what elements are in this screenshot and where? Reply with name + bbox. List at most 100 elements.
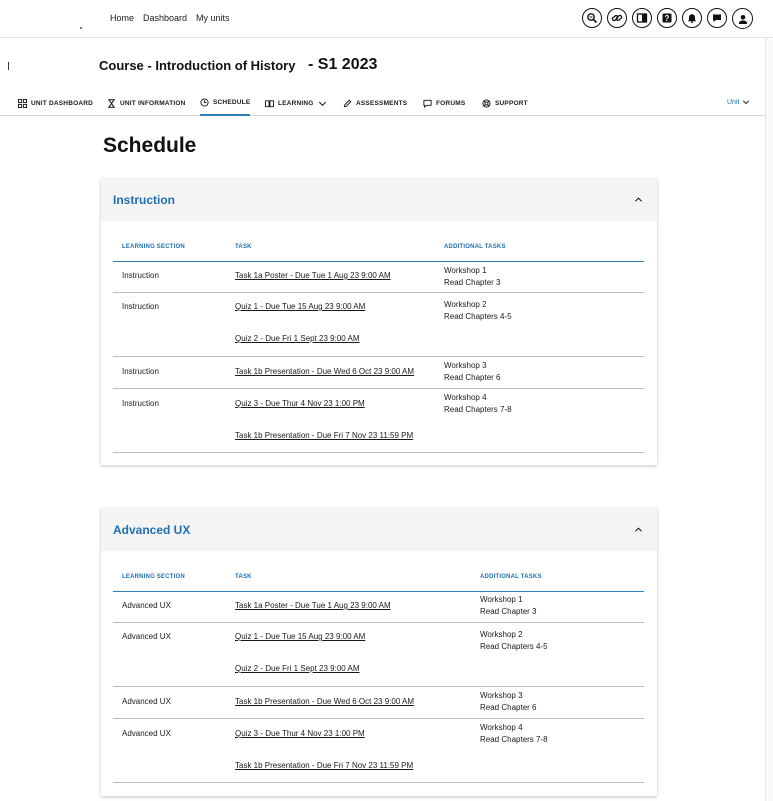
clock-icon	[200, 97, 209, 107]
tab-unit-information[interactable]: UNIT INFORMATION	[107, 90, 186, 116]
learning-section-cell: Advanced UX	[122, 601, 171, 610]
svg-text:?: ?	[665, 14, 670, 23]
table-row: Instruction Quiz 1 - Due Tue 15 Aug 23 9…	[113, 293, 644, 357]
task-link[interactable]: Quiz 2 - Due Fri 1 Sept 23 9:00 AM	[235, 333, 360, 345]
task-link[interactable]: Task 1b Presentation - Due Fri 7 Nov 23 …	[235, 430, 413, 442]
learning-section-cell: Instruction	[122, 271, 159, 280]
chevron-up-icon[interactable]	[634, 526, 643, 533]
task-link[interactable]: Quiz 2 - Due Fri 1 Sept 23 9:00 AM	[235, 663, 360, 675]
column-header-section: LEARNING SECTION	[122, 574, 185, 580]
tab-label: SCHEDULE	[213, 98, 251, 106]
user-icon[interactable]	[732, 8, 753, 29]
grid-icon	[18, 98, 27, 108]
tab-label: ASSESSMENTS	[356, 99, 408, 107]
additional-task-workshop: Workshop 3	[444, 361, 487, 370]
tab-label: FORUMS	[436, 99, 466, 107]
unit-nav: UNIT DASHBOARD UNIT INFORMATION SCHEDULE…	[0, 90, 765, 116]
task-link[interactable]: Quiz 1 - Due Tue 15 Aug 23 9:00 AM	[235, 301, 365, 313]
task-link[interactable]: Quiz 3 - Due Thur 4 Nov 23 1:00 PM	[235, 398, 365, 410]
tab-schedule[interactable]: SCHEDULE	[200, 90, 251, 116]
additional-task-reading: Read Chapter 3	[480, 607, 537, 616]
section-card-advanced-ux: Advanced UX LEARNING SECTION TASK ADDITI…	[101, 508, 657, 796]
task-link[interactable]: Task 1b Presentation - Due Wed 6 Oct 23 …	[235, 366, 414, 378]
column-header-task: TASK	[235, 244, 252, 250]
additional-task-workshop: Workshop 2	[480, 630, 523, 639]
lifebuoy-icon	[482, 98, 491, 108]
additional-task-reading: Read Chapter 3	[444, 278, 501, 287]
column-header-section: LEARNING SECTION	[122, 244, 185, 250]
pencil-icon	[343, 99, 352, 107]
task-link[interactable]: Task 1a Poster - Due Tue 1 Aug 23 9:00 A…	[235, 600, 391, 612]
tab-support[interactable]: SUPPORT	[482, 90, 528, 116]
section-header[interactable]: Instruction	[101, 178, 657, 221]
link-icon[interactable]	[607, 8, 627, 28]
task-link[interactable]: Task 1a Poster - Due Tue 1 Aug 23 9:00 A…	[235, 270, 391, 282]
comment-icon	[423, 99, 432, 108]
learning-section-cell: Instruction	[122, 399, 159, 408]
table-row: Advanced UX Task 1b Presentation - Due W…	[113, 687, 644, 719]
unit-select-label: Unit	[727, 98, 740, 106]
table-header: LEARNING SECTION TASK ADDITIONAL TASKS	[113, 574, 644, 592]
additional-task-workshop: Workshop 2	[444, 300, 487, 309]
tab-forums[interactable]: FORUMS	[423, 90, 465, 116]
additional-task-reading: Read Chapters 7-8	[444, 405, 512, 414]
additional-task-workshop: Workshop 1	[444, 266, 487, 275]
help-icon[interactable]: ?	[657, 8, 677, 28]
additional-task-workshop: Workshop 4	[480, 723, 523, 732]
column-header-additional: ADDITIONAL TASKS	[480, 574, 542, 580]
learning-section-cell: Advanced UX	[122, 697, 171, 706]
divider-mark	[80, 27, 82, 29]
header-icons: ?	[582, 8, 753, 29]
tab-assessments[interactable]: ASSESSMENTS	[343, 90, 407, 116]
additional-task-workshop: Workshop 3	[480, 691, 523, 700]
learning-section-cell: Instruction	[122, 302, 159, 311]
table-row: Instruction Quiz 3 - Due Thur 4 Nov 23 1…	[113, 389, 644, 453]
scrollbar[interactable]	[765, 38, 773, 801]
search-zoom-icon[interactable]	[582, 8, 602, 28]
additional-task-workshop: Workshop 4	[444, 393, 487, 402]
column-header-task: TASK	[235, 574, 252, 580]
home-link[interactable]: Home	[110, 13, 134, 23]
additional-task-reading: Read Chapter 6	[444, 373, 501, 382]
tab-label: UNIT INFORMATION	[120, 99, 186, 107]
task-link[interactable]: Task 1b Presentation - Due Wed 6 Oct 23 …	[235, 696, 414, 708]
column-header-additional: ADDITIONAL TASKS	[444, 244, 506, 250]
left-mark	[8, 62, 9, 70]
section-card-instruction: Instruction LEARNING SECTION TASK ADDITI…	[101, 178, 657, 465]
page-title: Schedule	[103, 134, 197, 157]
section-title: Instruction	[113, 193, 175, 207]
additional-task-reading: Read Chapters 4-5	[480, 642, 548, 651]
additional-task-reading: Read Chapters 4-5	[444, 312, 512, 321]
table-row: Advanced UX Quiz 3 - Due Thur 4 Nov 23 1…	[113, 719, 644, 783]
top-nav: Home Dashboard My units	[110, 13, 230, 23]
table-row: Advanced UX Quiz 1 - Due Tue 15 Aug 23 9…	[113, 623, 644, 687]
learning-section-cell: Instruction	[122, 367, 159, 376]
chevron-down-icon	[318, 101, 326, 106]
top-bar: Home Dashboard My units ?	[0, 0, 773, 38]
book-open-icon	[265, 99, 274, 107]
hourglass-icon	[107, 98, 116, 108]
task-link[interactable]: Task 1b Presentation - Due Fri 7 Nov 23 …	[235, 760, 413, 772]
dashboard-link[interactable]: Dashboard	[143, 13, 187, 23]
table-header: LEARNING SECTION TASK ADDITIONAL TASKS	[113, 244, 644, 262]
section-title: Advanced UX	[113, 523, 191, 537]
additional-task-reading: Read Chapter 6	[480, 703, 537, 712]
my-units-link[interactable]: My units	[196, 13, 230, 23]
book-icon[interactable]	[632, 8, 652, 28]
chat-icon[interactable]	[707, 8, 727, 28]
chevron-up-icon[interactable]	[634, 196, 643, 203]
bell-icon[interactable]	[682, 8, 702, 28]
course-title: Course - Introduction of History	[99, 58, 296, 73]
unit-select[interactable]: Unit	[727, 98, 750, 106]
table-row: Advanced UX Task 1a Poster - Due Tue 1 A…	[113, 592, 644, 623]
table-row: Instruction Task 1b Presentation - Due W…	[113, 357, 644, 389]
tab-label: SUPPORT	[495, 99, 528, 107]
tab-learning[interactable]: LEARNING	[265, 90, 327, 116]
tab-unit-dashboard[interactable]: UNIT DASHBOARD	[18, 90, 93, 116]
task-link[interactable]: Quiz 3 - Due Thur 4 Nov 23 1:00 PM	[235, 728, 365, 740]
additional-task-workshop: Workshop 1	[480, 595, 523, 604]
section-header[interactable]: Advanced UX	[101, 508, 657, 551]
learning-section-cell: Advanced UX	[122, 632, 171, 641]
tab-label: LEARNING	[278, 99, 314, 107]
task-link[interactable]: Quiz 1 - Due Tue 15 Aug 23 9:00 AM	[235, 631, 365, 643]
